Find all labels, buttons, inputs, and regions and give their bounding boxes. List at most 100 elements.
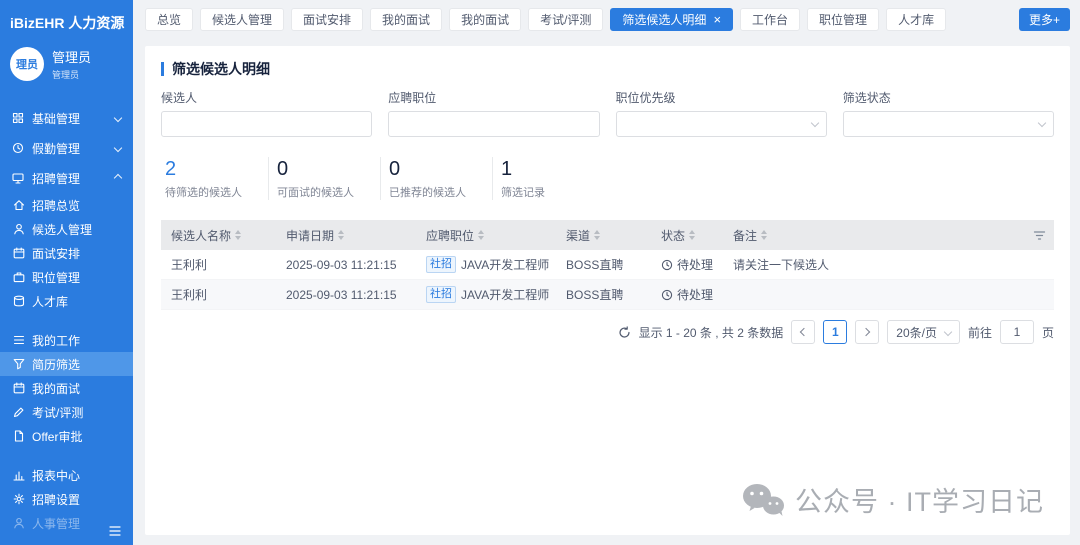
tab-label: 职位管理: [819, 11, 867, 28]
stat-label: 待筛选的候选人: [165, 184, 242, 200]
col-header-apply-date[interactable]: 申请日期: [276, 227, 416, 244]
cell-candidate-name: 王利利: [161, 286, 276, 303]
stat-interviewable-candidates[interactable]: 0 可面试的候选人: [269, 157, 381, 200]
sort-icon[interactable]: [338, 230, 344, 240]
filter-candidate: 候选人: [161, 89, 372, 137]
page-size-select[interactable]: 20条/页: [887, 320, 960, 344]
stat-pending-candidates[interactable]: 2 待筛选的候选人: [161, 157, 269, 200]
col-header-note[interactable]: 备注: [723, 227, 1026, 244]
sidebar-item-recruit-settings[interactable]: 招聘设置: [0, 487, 133, 511]
col-header-status[interactable]: 状态: [651, 227, 723, 244]
next-page-button[interactable]: [855, 320, 879, 344]
sort-icon[interactable]: [594, 230, 600, 240]
stat-value: 2: [165, 157, 242, 181]
sidebar-item-interview-schedule[interactable]: 面试安排: [0, 241, 133, 265]
sidebar-item-candidate-mgmt[interactable]: 候选人管理: [0, 217, 133, 241]
priority-filter-select[interactable]: [616, 111, 827, 137]
more-button[interactable]: 更多+: [1019, 8, 1070, 31]
sidebar-item-label: Offer审批: [32, 428, 82, 445]
tab-screening-candidate-detail[interactable]: 筛选候选人明细 ×: [610, 8, 733, 31]
sidebar-item-label: 招聘总览: [32, 197, 80, 214]
tab-label: 候选人管理: [212, 11, 272, 28]
sidebar-item-report-center[interactable]: 报表中心: [0, 463, 133, 487]
tab-candidate-mgmt[interactable]: 候选人管理: [200, 8, 284, 31]
grid-icon: [12, 112, 24, 124]
refresh-icon[interactable]: [618, 326, 631, 339]
position-name: JAVA开发工程师: [461, 286, 549, 303]
stat-screening-records[interactable]: 1 筛选记录: [493, 157, 571, 200]
sort-icon[interactable]: [478, 230, 484, 240]
pagination-summary: 显示 1 - 20 条 , 共 2 条数据: [639, 324, 784, 341]
stat-value: 0: [389, 157, 466, 181]
calendar-icon: [13, 382, 25, 394]
cell-status: 待处理: [651, 256, 723, 273]
sidebar-group-label: 招聘管理: [32, 170, 80, 187]
user-panel[interactable]: 理员 管理员 管理员: [0, 43, 133, 93]
tab-exam-eval[interactable]: 考试/评测: [528, 8, 603, 31]
status-text: 待处理: [677, 256, 713, 273]
sidebar-item-resume-screening[interactable]: 简历筛选: [0, 352, 133, 376]
stat-recommended-candidates[interactable]: 0 已推荐的候选人: [381, 157, 493, 200]
sidebar-group-basic[interactable]: 基础管理: [0, 103, 133, 133]
status-text: 待处理: [677, 286, 713, 303]
clock-icon: [661, 289, 673, 301]
tab-workbench[interactable]: 工作台: [740, 8, 800, 31]
clock-icon: [661, 259, 673, 271]
sidebar-item-label: 招聘设置: [32, 491, 80, 508]
stat-label: 已推荐的候选人: [389, 184, 466, 200]
user-role: 管理员: [52, 68, 91, 81]
candidate-filter-input[interactable]: [161, 111, 372, 137]
sidebar-item-recruit-overview[interactable]: 招聘总览: [0, 193, 133, 217]
page-number-button[interactable]: 1: [823, 320, 847, 344]
goto-page-input[interactable]: [1000, 320, 1034, 344]
prev-page-button[interactable]: [791, 320, 815, 344]
col-header-position[interactable]: 应聘职位: [416, 227, 556, 244]
sort-icon[interactable]: [761, 230, 767, 240]
position-filter-input[interactable]: [388, 111, 599, 137]
table-row[interactable]: 王利利 2025-09-03 11:21:15 社招JAVA开发工程师 BOSS…: [161, 250, 1054, 280]
tab-label: 我的面试: [382, 11, 430, 28]
sidebar-item-talent-pool[interactable]: 人才库: [0, 289, 133, 313]
table-row[interactable]: 王利利 2025-09-03 11:21:15 社招JAVA开发工程师 BOSS…: [161, 280, 1054, 310]
sidebar: iBizEHR 人力资源 理员 管理员 管理员 基础管理 假勤管理 招聘管理 招…: [0, 0, 133, 545]
tab-overview[interactable]: 总览: [145, 8, 193, 31]
sidebar-item-offer-approval[interactable]: Offer审批: [0, 424, 133, 448]
sidebar-item-label: 职位管理: [32, 269, 80, 286]
recruit-type-badge: 社招: [426, 286, 456, 303]
stats-bar: 2 待筛选的候选人 0 可面试的候选人 0 已推荐的候选人 1 筛选记录: [145, 143, 1070, 216]
recruit-type-badge: 社招: [426, 256, 456, 273]
col-header-channel[interactable]: 渠道: [556, 227, 651, 244]
close-tab-icon[interactable]: ×: [713, 13, 721, 26]
user-icon: [13, 517, 25, 529]
sidebar-group-attendance[interactable]: 假勤管理: [0, 133, 133, 163]
collapse-sidebar-icon[interactable]: [105, 521, 125, 541]
sidebar-item-exam-eval[interactable]: 考试/评测: [0, 400, 133, 424]
sort-icon[interactable]: [235, 230, 241, 240]
sidebar-item-my-work[interactable]: 我的工作: [0, 328, 133, 352]
tab-my-interview-2[interactable]: 我的面试: [449, 8, 521, 31]
funnel-icon: [13, 358, 25, 370]
page-title: 筛选候选人明细: [172, 59, 270, 79]
sidebar-group-recruit[interactable]: 招聘管理: [0, 163, 133, 193]
position-name: JAVA开发工程师: [461, 256, 549, 273]
wechat-icon: [741, 482, 785, 518]
sidebar-item-position-mgmt[interactable]: 职位管理: [0, 265, 133, 289]
tab-my-interview-1[interactable]: 我的面试: [370, 8, 442, 31]
filter-priority: 职位优先级: [616, 89, 827, 137]
col-header-candidate-name[interactable]: 候选人名称: [161, 227, 276, 244]
tab-talent-pool[interactable]: 人才库: [886, 8, 946, 31]
pagination: 显示 1 - 20 条 , 共 2 条数据 1 20条/页 前往 页: [145, 310, 1070, 344]
status-filter-select[interactable]: [843, 111, 1054, 137]
title-accent-bar: [161, 62, 164, 76]
chevron-down-icon: [944, 328, 952, 336]
column-filter-icon[interactable]: [1026, 229, 1054, 242]
sidebar-item-my-interview[interactable]: 我的面试: [0, 376, 133, 400]
briefcase-icon: [13, 271, 25, 283]
watermark: 公众号 · IT学习日记: [741, 480, 1044, 519]
page-unit-label: 页: [1042, 324, 1054, 341]
tab-interview-schedule[interactable]: 面试安排: [291, 8, 363, 31]
tab-position-mgmt[interactable]: 职位管理: [807, 8, 879, 31]
sidebar-item-label: 报表中心: [32, 467, 80, 484]
sort-icon[interactable]: [689, 230, 695, 240]
chevron-left-icon: [800, 328, 808, 336]
